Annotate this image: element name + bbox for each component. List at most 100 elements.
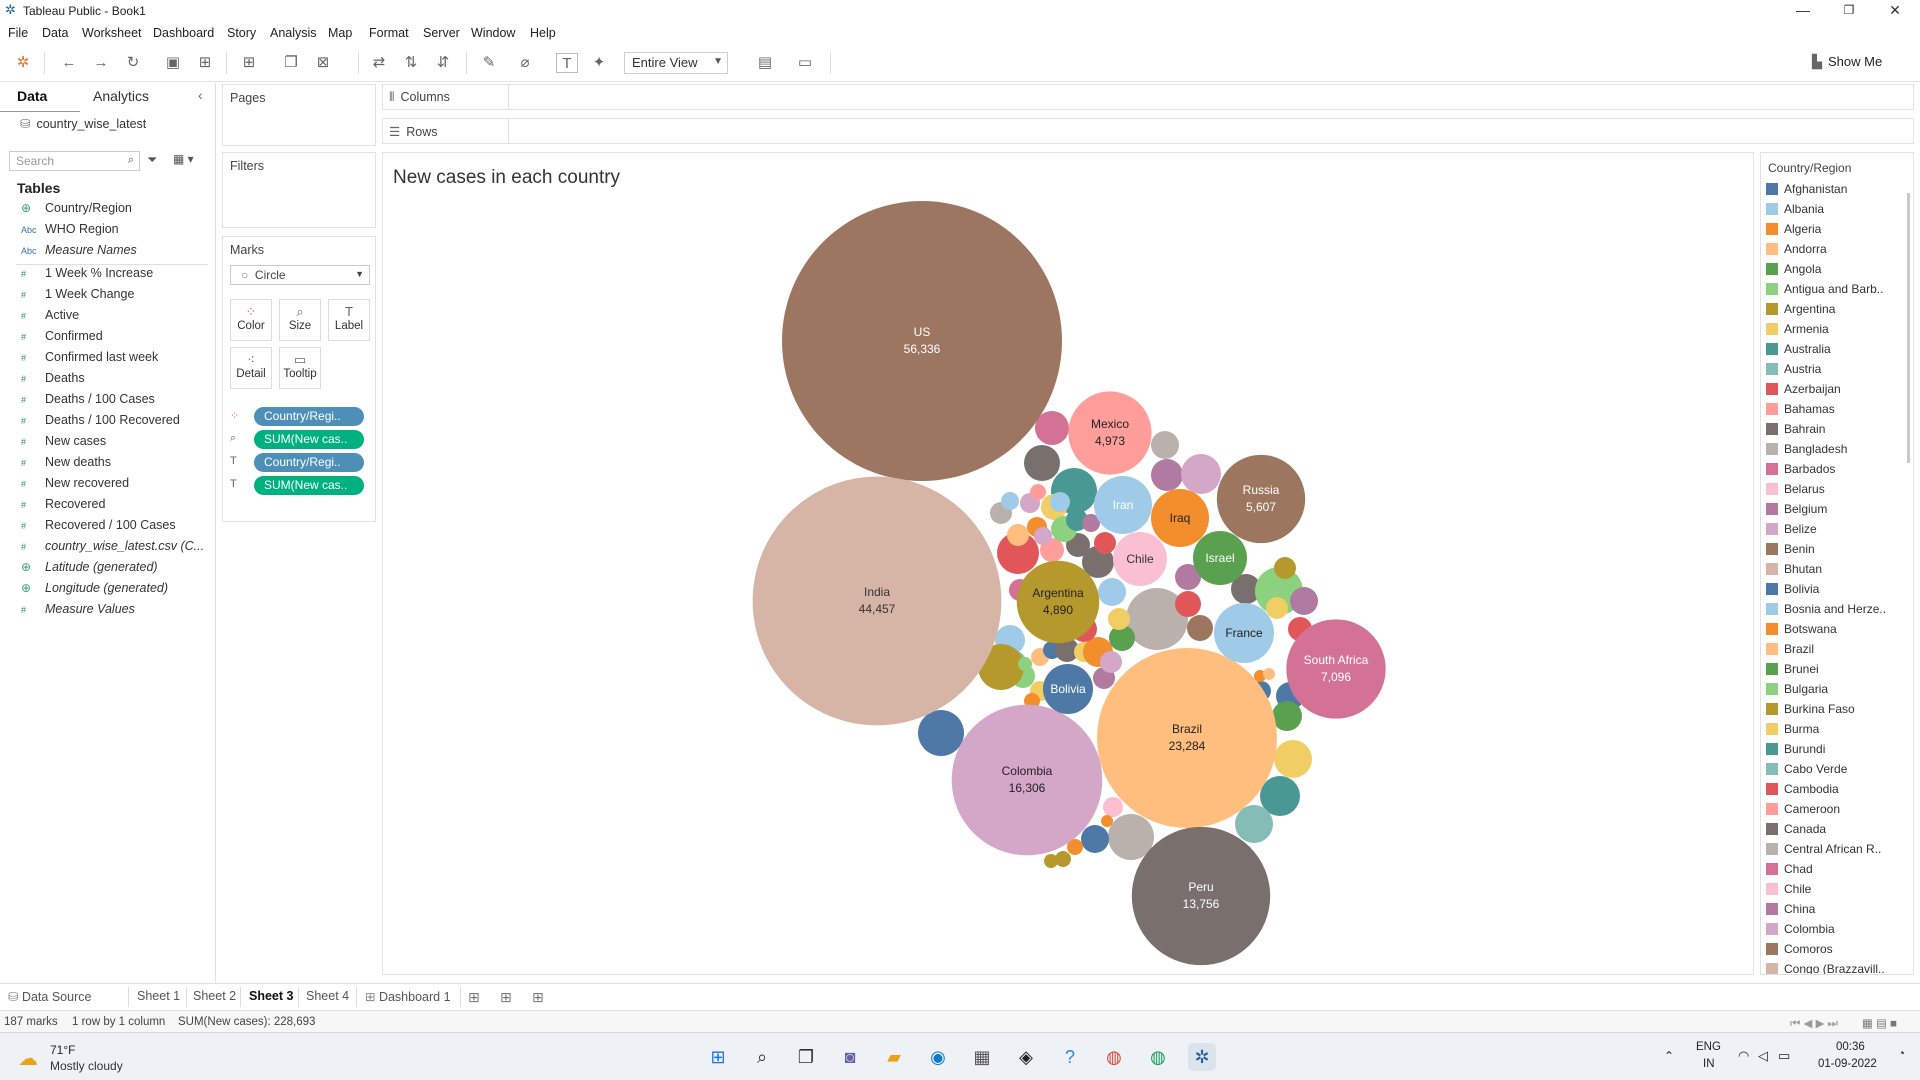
bubble-mark[interactable] bbox=[1272, 701, 1302, 731]
new-datasource-icon[interactable]: ⊞ bbox=[194, 53, 216, 73]
legend-item[interactable]: Afghanistan bbox=[1766, 182, 1847, 198]
datasource-item[interactable]: ⛁ country_wise_latest bbox=[20, 116, 146, 131]
field-item[interactable]: ⊕ Longitude (generated) bbox=[21, 581, 168, 599]
legend-item[interactable]: Bahrain bbox=[1766, 422, 1825, 438]
bubble-peru[interactable]: Peru 13,756 bbox=[1131, 826, 1271, 966]
file-explorer-icon[interactable]: ▰ bbox=[880, 1043, 908, 1071]
legend-item[interactable]: Belize bbox=[1766, 522, 1817, 538]
tab-sheet-2[interactable]: Sheet 2 bbox=[193, 989, 236, 1003]
bubble-mark[interactable] bbox=[1030, 484, 1046, 500]
measure-pill[interactable]: SUM(New cas.. bbox=[254, 430, 364, 449]
lang-primary[interactable]: ENG bbox=[1696, 1041, 1721, 1053]
new-story-tab-icon[interactable]: ⊞ bbox=[532, 989, 544, 1006]
size-button[interactable]: ⌕ Size bbox=[279, 299, 321, 341]
bubble-us[interactable]: US 56,336 bbox=[782, 201, 1062, 481]
view-options-icon[interactable]: ▦ ▾ bbox=[173, 152, 194, 166]
redo-icon[interactable]: → bbox=[90, 53, 112, 73]
bubble-mark[interactable] bbox=[1034, 527, 1052, 545]
legend-item[interactable]: Burkina Faso bbox=[1766, 702, 1855, 718]
replay-icon[interactable]: ↻ bbox=[122, 53, 144, 73]
bubble-mark[interactable] bbox=[1151, 431, 1179, 459]
menu-server[interactable]: Server bbox=[423, 26, 460, 40]
clock-time[interactable]: 00:36 bbox=[1836, 1041, 1865, 1053]
bubble-mark[interactable] bbox=[1068, 391, 1152, 475]
legend-item[interactable]: Belarus bbox=[1766, 482, 1825, 498]
sheet-sorter-icons[interactable]: ▦ ▤ ■ bbox=[1862, 1016, 1897, 1030]
bubble-south-africa[interactable]: South Africa 7,096 bbox=[1286, 619, 1386, 719]
viz-canvas[interactable]: New cases in each country US 56,336 India 4… bbox=[382, 152, 1754, 975]
legend-item[interactable]: Cameroon bbox=[1766, 802, 1840, 818]
collapse-pane-icon[interactable]: ‹ bbox=[198, 87, 203, 103]
legend-item[interactable]: Chile bbox=[1766, 882, 1811, 898]
bubble-brazil[interactable]: Brazil 23,284 bbox=[1096, 647, 1278, 829]
field-item[interactable]: ⊕ Latitude (generated) bbox=[21, 560, 158, 578]
legend-item[interactable]: Central African R.. bbox=[1766, 842, 1881, 858]
bubble-mark[interactable] bbox=[1274, 557, 1296, 579]
legend-item[interactable]: Benin bbox=[1766, 542, 1815, 558]
field-item[interactable]: ⊕ Country/Region bbox=[21, 201, 132, 219]
tab-analytics[interactable]: Analytics bbox=[93, 88, 149, 104]
highlight-icon[interactable]: ✎ bbox=[478, 53, 500, 73]
field-item[interactable]: # Measure Values bbox=[21, 602, 135, 620]
legend-item[interactable]: Andorra bbox=[1766, 242, 1827, 258]
legend-item[interactable]: Comoros bbox=[1766, 942, 1833, 958]
bubble-mark[interactable] bbox=[1266, 597, 1288, 619]
chrome-icon[interactable]: ◍ bbox=[1144, 1043, 1172, 1071]
field-item[interactable]: # New recovered bbox=[21, 476, 129, 494]
bubble-mark[interactable] bbox=[1274, 740, 1312, 778]
legend-item[interactable]: Bulgaria bbox=[1766, 682, 1828, 698]
bubble-mark[interactable] bbox=[1094, 532, 1116, 554]
microsoft-store-icon[interactable]: ▦ bbox=[968, 1043, 996, 1071]
bubble-chile[interactable]: Chile bbox=[1113, 532, 1167, 586]
menu-dashboard[interactable]: Dashboard bbox=[153, 26, 214, 40]
legend-item[interactable]: Bangladesh bbox=[1766, 442, 1847, 458]
filter-fields-icon[interactable]: ⏷ bbox=[147, 152, 157, 168]
legend-item[interactable]: Congo (Brazzavill.. bbox=[1766, 962, 1885, 974]
bubble-mark[interactable] bbox=[951, 704, 1103, 856]
legend-item[interactable]: Antigua and Barb.. bbox=[1766, 282, 1883, 298]
fit-view-select[interactable]: Entire View ▼ bbox=[624, 52, 728, 74]
legend-item[interactable]: Barbados bbox=[1766, 462, 1835, 478]
legend-item[interactable]: Burma bbox=[1766, 722, 1819, 738]
bubble-mark[interactable] bbox=[782, 201, 1062, 481]
show-me-button[interactable]: ▙ Show Me bbox=[1812, 54, 1882, 70]
menu-story[interactable]: Story bbox=[227, 26, 256, 40]
legend-item[interactable]: Azerbaijan bbox=[1766, 382, 1841, 398]
menu-file[interactable]: File bbox=[8, 26, 28, 40]
field-item[interactable]: # Active bbox=[21, 308, 79, 326]
columns-shelf[interactable]: ⦀ Columns bbox=[382, 84, 1914, 110]
legend-item[interactable]: Canada bbox=[1766, 822, 1826, 838]
legend-item[interactable]: Colombia bbox=[1766, 922, 1835, 938]
dimension-pill[interactable]: Country/Regi.. bbox=[254, 407, 364, 426]
legend-item[interactable]: Austria bbox=[1766, 362, 1821, 378]
field-item[interactable]: #1 Week % Increase bbox=[21, 266, 153, 284]
clear-sheet-icon[interactable]: ⊠ bbox=[312, 53, 334, 73]
chrome-profile-icon[interactable]: ◍ bbox=[1100, 1043, 1128, 1071]
volume-icon[interactable]: ◁ bbox=[1758, 1048, 1768, 1064]
show-cards-icon[interactable]: ▤ bbox=[754, 53, 776, 73]
presentation-mode-icon[interactable]: ▭ bbox=[794, 53, 816, 73]
field-item[interactable]: # Recovered bbox=[21, 497, 105, 515]
help-app-icon[interactable]: ? bbox=[1056, 1043, 1084, 1071]
notification-icon[interactable]: ◔ bbox=[1898, 1048, 1905, 1060]
bubble-chart[interactable]: US 56,336 India 44,457 Brazil 23,284 Colombia 1… bbox=[383, 153, 1754, 975]
bubble-mark[interactable] bbox=[1286, 619, 1386, 719]
bubble-mark[interactable] bbox=[1151, 459, 1183, 491]
filters-shelf[interactable]: Filters bbox=[222, 152, 376, 228]
legend-item[interactable]: Brazil bbox=[1766, 642, 1814, 658]
menu-worksheet[interactable]: Worksheet bbox=[82, 26, 142, 40]
bubble-iran[interactable]: Iran bbox=[1094, 476, 1152, 534]
bubble-mark[interactable] bbox=[1263, 668, 1275, 680]
group-members-icon[interactable]: ⌀ bbox=[514, 53, 536, 73]
legend-item[interactable]: China bbox=[1766, 902, 1815, 918]
rows-shelf[interactable]: ☰ Rows bbox=[382, 118, 1914, 144]
legend-item[interactable]: Albania bbox=[1766, 202, 1824, 218]
tab-sheet-4[interactable]: Sheet 4 bbox=[306, 989, 349, 1003]
field-item[interactable]: # Deaths / 100 Cases bbox=[21, 392, 155, 410]
field-search-input[interactable]: Search ⌕ bbox=[9, 151, 140, 171]
tab-dashboard-1[interactable]: ⊞ Dashboard 1 bbox=[365, 989, 451, 1004]
menu-analysis[interactable]: Analysis bbox=[270, 26, 317, 40]
field-item[interactable]: # Deaths bbox=[21, 371, 85, 389]
maximize-button[interactable]: ❐ bbox=[1826, 0, 1872, 22]
minimize-button[interactable]: — bbox=[1780, 0, 1826, 22]
